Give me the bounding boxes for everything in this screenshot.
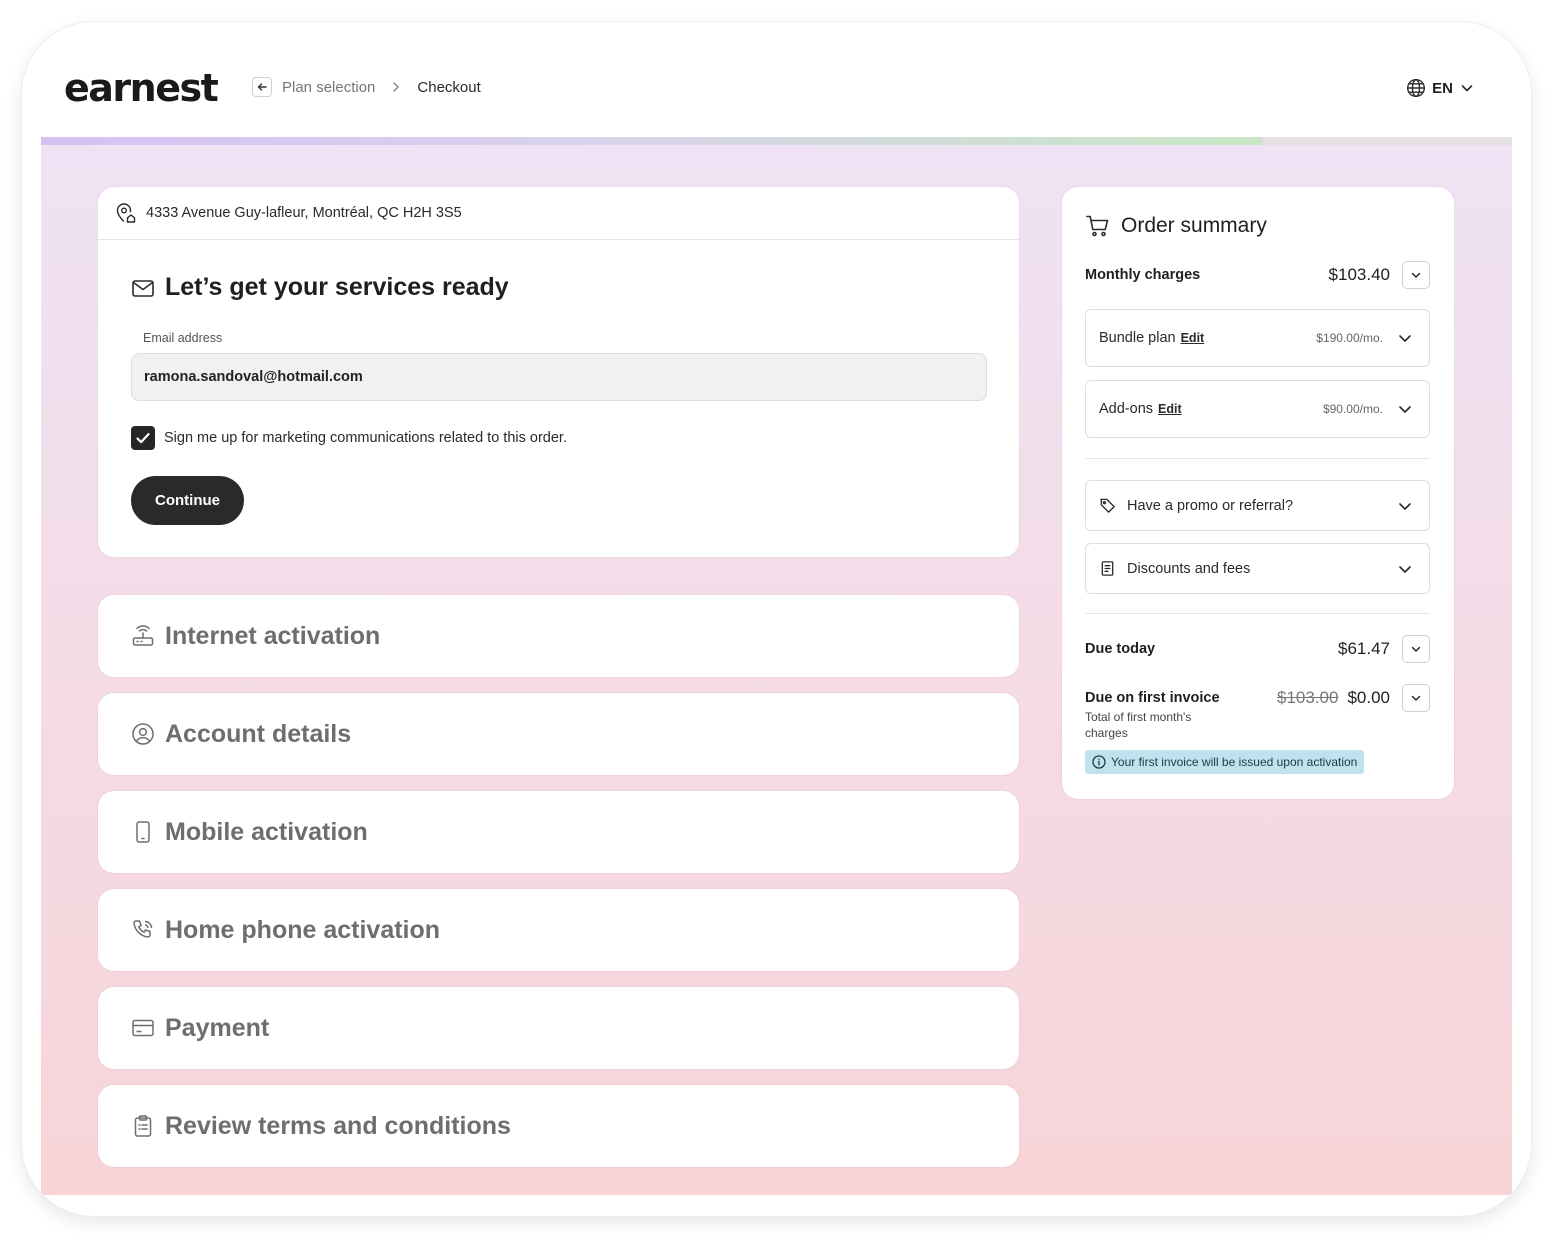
due-today-label: Due today <box>1085 641 1156 657</box>
receipt-icon <box>1101 561 1114 576</box>
order-summary-title-text: Order summary <box>1121 214 1267 237</box>
chevron-down-icon[interactable] <box>1397 401 1413 417</box>
order-summary-panel: Order summary Monthly charges $103.40 Bu… <box>1062 187 1454 799</box>
location-home-icon <box>116 203 136 223</box>
monthly-charges-amount: $103.40 <box>1328 265 1390 284</box>
due-today-toggle[interactable] <box>1402 635 1430 663</box>
chevron-down-icon <box>1397 498 1413 514</box>
address-text: 4333 Avenue Guy-lafleur, Montréal, QC H2… <box>146 205 462 221</box>
divider <box>1085 458 1430 459</box>
due-first-invoice-row: Due on first invoice $103.00 $0.00 <box>1085 684 1430 712</box>
step-internet-activation[interactable]: Internet activation <box>98 595 1019 677</box>
email-step-card: 4333 Avenue Guy-lafleur, Montréal, QC H2… <box>98 187 1019 557</box>
order-summary-title: Order summary <box>1085 213 1267 239</box>
add-ons-row[interactable]: Add-ons Edit $90.00/mo. <box>1085 380 1430 438</box>
mail-icon <box>132 279 154 297</box>
app-window: earnest Plan selection Checkout EN 4333 … <box>22 22 1531 1216</box>
router-icon <box>132 625 154 646</box>
add-ons-label: Add-ons <box>1099 401 1154 417</box>
step-title: Home phone activation <box>165 915 441 944</box>
chevron-right-icon <box>391 81 401 93</box>
bundle-plan-edit-link[interactable]: Edit <box>1181 331 1205 345</box>
info-badge-text: Your first invoice will be issued upon a… <box>1111 755 1358 769</box>
section-title: Let’s get your services ready <box>131 273 509 302</box>
promo-referral-row[interactable]: Have a promo or referral? <box>1085 480 1430 531</box>
marketing-consent[interactable]: Sign me up for marketing communications … <box>131 426 567 450</box>
continue-button[interactable]: Continue <box>131 476 244 525</box>
monthly-charges-toggle[interactable] <box>1402 261 1430 289</box>
chevron-down-icon <box>1411 646 1421 652</box>
breadcrumb-plan-selection[interactable]: Plan selection <box>282 79 375 96</box>
step-mobile-activation[interactable]: Mobile activation <box>98 791 1019 873</box>
user-circle-icon <box>132 723 154 745</box>
divider <box>1085 613 1430 614</box>
header: earnest Plan selection Checkout EN <box>22 22 1531 137</box>
original-invoice-amount: $103.00 <box>1277 688 1339 707</box>
credit-card-icon <box>132 1019 154 1037</box>
info-icon <box>1092 755 1106 769</box>
service-address: 4333 Avenue Guy-lafleur, Montréal, QC H2… <box>98 187 1019 240</box>
language-label: EN <box>1432 79 1453 97</box>
add-ons-edit-link[interactable]: Edit <box>1158 402 1182 416</box>
checkout-progress-bar <box>41 137 1512 145</box>
language-selector[interactable]: EN <box>1406 78 1475 98</box>
chevron-down-icon[interactable] <box>1397 330 1413 346</box>
monthly-charges-row: Monthly charges $103.40 <box>1085 261 1430 289</box>
breadcrumb: Plan selection Checkout <box>252 77 481 97</box>
discounts-fees-row[interactable]: Discounts and fees <box>1085 543 1430 594</box>
phone-icon <box>133 920 153 938</box>
brand-logo[interactable]: earnest <box>64 66 219 110</box>
clipboard-icon <box>134 1115 152 1137</box>
add-ons-price: $90.00/mo. <box>1322 402 1383 416</box>
step-title: Account details <box>165 719 352 748</box>
chevron-down-icon <box>1411 695 1421 701</box>
breadcrumb-checkout: Checkout <box>417 78 481 96</box>
marketing-checkbox[interactable] <box>131 426 155 450</box>
chevron-down-icon <box>1461 85 1473 92</box>
bundle-plan-price: $190.00/mo. <box>1316 331 1383 345</box>
step-title: Internet activation <box>165 621 381 650</box>
mobile-icon <box>136 821 150 843</box>
chevron-down-icon <box>1397 561 1413 577</box>
chevron-down-icon <box>1411 272 1421 278</box>
tag-icon <box>1100 498 1115 513</box>
step-title: Review terms and conditions <box>165 1111 511 1140</box>
first-invoice-note: Total of first month's charges <box>1085 710 1192 740</box>
progress-fill <box>41 137 1262 145</box>
step-title: Payment <box>165 1013 270 1042</box>
discounts-label: Discounts and fees <box>1127 560 1251 577</box>
monthly-charges-label: Monthly charges <box>1085 267 1201 283</box>
step-title: Mobile activation <box>165 817 368 846</box>
due-first-invoice-amount: $0.00 <box>1347 688 1390 707</box>
cart-icon <box>1086 215 1109 237</box>
globe-icon <box>1407 78 1426 98</box>
email-input[interactable] <box>131 353 987 401</box>
arrow-left-icon <box>257 83 267 91</box>
due-first-invoice-label: Due on first invoice <box>1085 690 1220 706</box>
due-today-row: Due today $61.47 <box>1085 635 1430 663</box>
bundle-plan-label: Bundle plan <box>1099 330 1176 346</box>
marketing-consent-label: Sign me up for marketing communications … <box>164 430 567 446</box>
due-today-amount: $61.47 <box>1338 639 1390 658</box>
promo-label: Have a promo or referral? <box>1127 497 1294 514</box>
step-payment[interactable]: Payment <box>98 987 1019 1069</box>
check-icon <box>136 433 150 444</box>
bundle-plan-row[interactable]: Bundle plan Edit $190.00/mo. <box>1085 309 1430 367</box>
step-account-details[interactable]: Account details <box>98 693 1019 775</box>
checkout-content: 4333 Avenue Guy-lafleur, Montréal, QC H2… <box>41 145 1512 1195</box>
back-button[interactable] <box>252 77 272 97</box>
due-first-invoice-toggle[interactable] <box>1402 684 1430 712</box>
section-title-text: Let’s get your services ready <box>165 273 509 301</box>
step-review-terms[interactable]: Review terms and conditions <box>98 1085 1019 1167</box>
email-label: Email address <box>143 331 223 345</box>
first-invoice-info-badge: Your first invoice will be issued upon a… <box>1085 750 1365 774</box>
step-home-phone-activation[interactable]: Home phone activation <box>98 889 1019 971</box>
